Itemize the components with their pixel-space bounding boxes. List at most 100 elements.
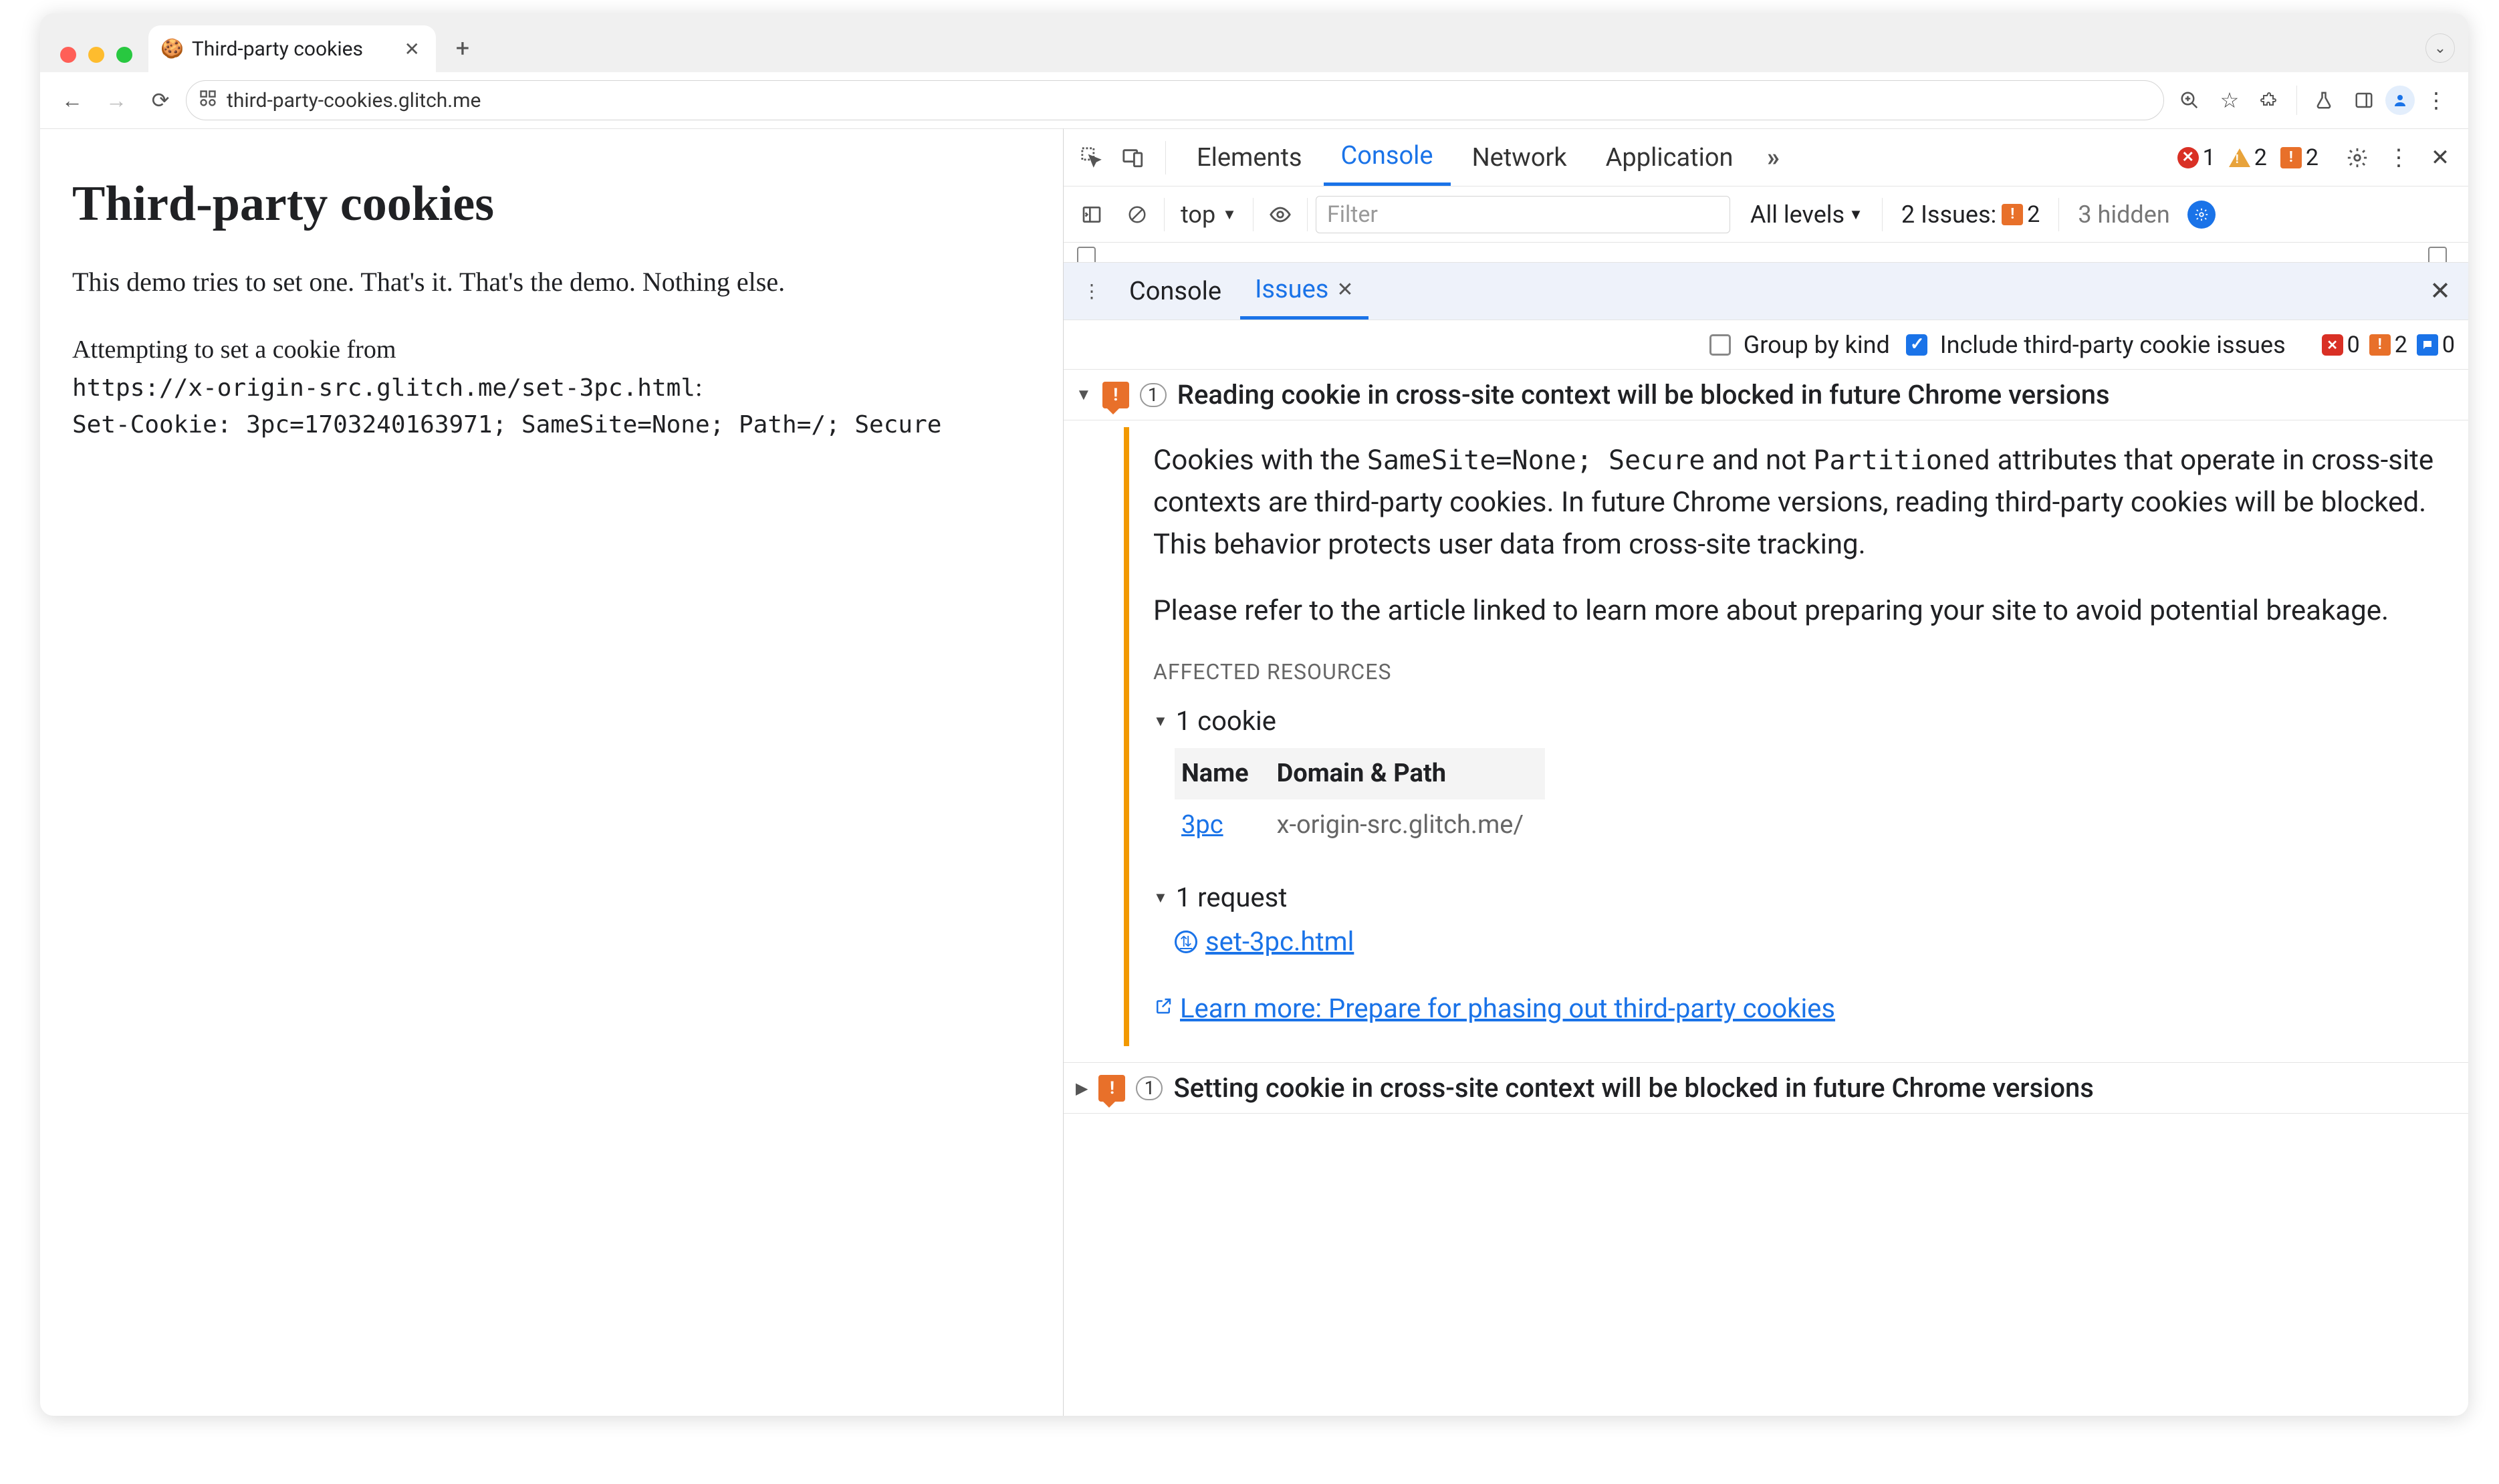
execution-context-selector[interactable]: top ▼ (1173, 201, 1245, 229)
devtools-menu-icon[interactable]: ⋮ (2380, 139, 2417, 176)
learn-more-text: Learn more: Prepare for phasing out thir… (1180, 989, 1835, 1029)
affected-requests-label: 1 request (1176, 878, 1288, 918)
side-panel-icon[interactable] (2345, 82, 2383, 119)
chrome-menu-icon[interactable]: ⋮ (2417, 82, 2455, 119)
tab-list-chevron-icon[interactable]: ⌄ (2425, 33, 2455, 63)
extensions-icon[interactable] (2251, 82, 2288, 119)
reload-button[interactable]: ⟳ (142, 82, 179, 119)
clear-console-icon[interactable] (1118, 196, 1156, 233)
cookie-table: Name Domain & Path 3pc x-origin-src.glit… (1175, 748, 1545, 851)
issues-link[interactable]: 2 Issues: !2 (1901, 201, 2040, 229)
browser-tab[interactable]: 🍪 Third-party cookies ✕ (148, 25, 436, 72)
back-button[interactable]: ← (53, 82, 91, 119)
blue-count: 0 (2442, 332, 2455, 358)
warnings-count: 2 (2254, 144, 2267, 171)
zoom-icon[interactable] (2171, 82, 2208, 119)
warning-triangle-icon (2229, 148, 2250, 167)
chevron-down-icon: ▼ (1849, 206, 1863, 223)
mac-maximize-icon[interactable] (116, 47, 132, 63)
affected-cookies-tree[interactable]: ▼ 1 cookie (1153, 701, 2446, 741)
errors-badge[interactable]: ✕ 1 (2177, 144, 2216, 171)
hidden-count[interactable]: 3 hidden (2078, 201, 2169, 229)
page-content: Third-party cookies This demo tries to s… (40, 128, 1063, 1416)
request-arrows-icon: ⇅ (1175, 931, 1197, 953)
profile-avatar-icon[interactable] (2385, 86, 2415, 115)
page-title: Third-party cookies (72, 176, 1031, 233)
issues-badge[interactable]: ! 2 (2280, 144, 2318, 171)
cookie-name-link[interactable]: 3pc (1181, 810, 1223, 840)
tab-application[interactable]: Application (1588, 130, 1751, 186)
address-bar[interactable]: third-party-cookies.glitch.me (186, 80, 2164, 120)
device-toolbar-icon[interactable] (1114, 139, 1152, 176)
warnings-badge[interactable]: 2 (2229, 144, 2267, 171)
request-link[interactable]: ⇅ set-3pc.html (1175, 922, 2446, 962)
group-by-kind-toggle[interactable]: Group by kind (1709, 331, 1890, 359)
devtools-divider (1165, 141, 1166, 174)
include-label: Include third-party cookie issues (1940, 331, 2286, 359)
issues-label: 2 Issues: (1901, 201, 1996, 229)
inspect-element-icon[interactable] (1073, 139, 1110, 176)
error-icon: ✕ (2322, 334, 2343, 356)
bookmark-star-icon[interactable]: ☆ (2211, 82, 2248, 119)
issue-kind-counts: ✕0 !2 0 (2322, 332, 2455, 358)
live-expression-eye-icon[interactable] (1262, 196, 1299, 233)
more-tabs-icon[interactable]: » (1754, 139, 1792, 176)
hide-network-checkbox[interactable] (1077, 247, 1096, 263)
devtools-close-icon[interactable]: ✕ (2421, 139, 2459, 176)
cookie-th-domain: Domain & Path (1270, 748, 1546, 799)
issue-description-p2: Please refer to the article linked to le… (1153, 590, 2446, 632)
drawer-tab-console[interactable]: Console (1114, 263, 1236, 320)
affected-requests-tree[interactable]: ▼ 1 request (1153, 878, 2446, 918)
drawer-menu-icon[interactable]: ⋮ (1073, 280, 1110, 302)
table-row: 3pc x-origin-src.glitch.me/ (1175, 799, 1545, 851)
external-link-icon (1153, 993, 1173, 1025)
tab-network[interactable]: Network (1455, 130, 1584, 186)
issues-toolbar: Group by kind Include third-party cookie… (1064, 320, 2468, 370)
drawer-close-icon[interactable]: ✕ (2421, 276, 2459, 306)
console-settings-gear-icon[interactable] (2187, 201, 2216, 229)
tab-elements[interactable]: Elements (1179, 130, 1320, 186)
new-tab-button[interactable]: + (444, 29, 481, 67)
devtools-settings-icon[interactable] (2339, 139, 2376, 176)
tab-strip: 🍪 Third-party cookies ✕ + ⌄ (40, 13, 2468, 72)
request-link-text: set-3pc.html (1205, 922, 1354, 962)
mac-minimize-icon[interactable] (88, 47, 104, 63)
issue-row[interactable]: ▶ ! 1 Setting cookie in cross-site conte… (1064, 1062, 2468, 1114)
log-xhr-checkbox[interactable] (2428, 247, 2447, 263)
console-filter-input[interactable]: Filter (1316, 196, 1730, 233)
mac-close-icon[interactable] (60, 47, 76, 63)
issue-body: Cookies with the SameSite=None; Secure a… (1124, 427, 2462, 1046)
drawer-tab-issues[interactable]: Issues ✕ (1240, 263, 1368, 320)
filter-placeholder: Filter (1327, 201, 1378, 228)
issue-row[interactable]: ▼ ! 1 Reading cookie in cross-site conte… (1064, 370, 2468, 420)
tab-console[interactable]: Console (1324, 130, 1451, 186)
site-settings-icon[interactable] (199, 89, 217, 112)
cookie-th-name: Name (1175, 748, 1270, 799)
issues-badge-count: 2 (2027, 201, 2040, 228)
chevron-down-icon: ▼ (1222, 206, 1237, 223)
window-controls (56, 47, 140, 72)
browser-window: 🍪 Third-party cookies ✕ + ⌄ ← → ⟳ third-… (40, 13, 2468, 1416)
issue-count-pill: 1 (1136, 1076, 1163, 1100)
learn-more-link[interactable]: Learn more: Prepare for phasing out thir… (1153, 989, 1835, 1029)
log-setcookie: Set-Cookie: 3pc=1703240163971; SameSite=… (72, 407, 1031, 443)
issue-description-p1: Cookies with the SameSite=None; Secure a… (1153, 439, 2446, 566)
error-circle-icon: ✕ (2177, 147, 2199, 168)
forward-button[interactable]: → (98, 82, 135, 119)
drawer-tab-issues-label: Issues (1255, 275, 1328, 304)
console-sidebar-toggle-icon[interactable] (1073, 196, 1110, 233)
console-settings-peek (1064, 243, 2468, 263)
toolbar-divider (2296, 86, 2297, 115)
tab-close-icon[interactable]: ✕ (400, 38, 424, 60)
issue-title: Setting cookie in cross-site context wil… (1173, 1072, 2456, 1104)
tab-title: Third-party cookies (192, 37, 392, 61)
affected-cookies-label: 1 cookie (1176, 701, 1276, 741)
red-count: 0 (2347, 332, 2360, 358)
content-area: Third-party cookies This demo tries to s… (40, 128, 2468, 1416)
console-toolbar: top ▼ Filter All levels ▼ 2 Issues: (1064, 187, 2468, 243)
labs-flask-icon[interactable] (2305, 82, 2343, 119)
drawer-tab-close-icon[interactable]: ✕ (1336, 278, 1353, 301)
log-levels-selector[interactable]: All levels ▼ (1750, 201, 1863, 229)
include-3pc-toggle[interactable]: Include third-party cookie issues (1906, 331, 2286, 359)
toolbar-icons: ☆ ⋮ (2171, 82, 2455, 119)
